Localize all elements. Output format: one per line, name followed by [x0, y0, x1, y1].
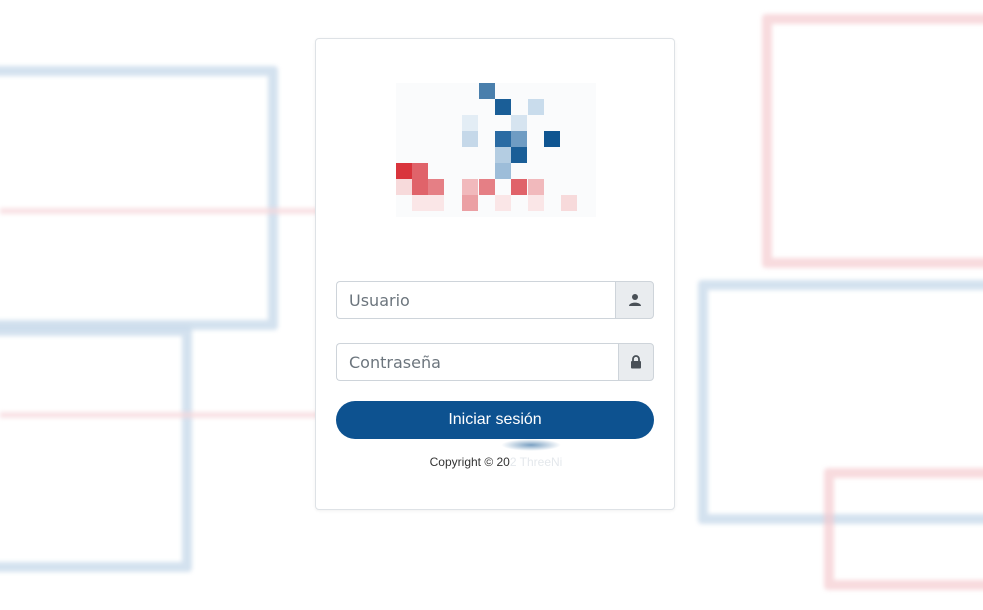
- lock-icon: [618, 343, 654, 381]
- login-page: Iniciar sesión Copyright © 202 ThreeNi: [0, 0, 983, 610]
- decorative-line: [0, 412, 320, 418]
- user-icon: [615, 281, 654, 319]
- password-field: [336, 343, 654, 381]
- username-input[interactable]: [336, 281, 615, 319]
- login-button[interactable]: Iniciar sesión: [336, 401, 654, 439]
- copyright-text: Copyright © 202 ThreeNi: [316, 455, 676, 469]
- decorative-frame: [824, 468, 983, 590]
- decorative-frame: [0, 66, 278, 330]
- username-field: [336, 281, 654, 319]
- decorative-frame: [762, 14, 983, 268]
- login-card: Iniciar sesión Copyright © 202 ThreeNi: [315, 38, 675, 510]
- decorative-frame: [0, 326, 192, 572]
- decorative-line: [0, 208, 320, 214]
- company-logo: [396, 83, 596, 217]
- button-glow: [501, 439, 561, 451]
- password-input[interactable]: [336, 343, 618, 381]
- copyright-prefix: Copyright © 20: [429, 455, 510, 469]
- copyright-faded: 2 ThreeNi: [509, 455, 563, 469]
